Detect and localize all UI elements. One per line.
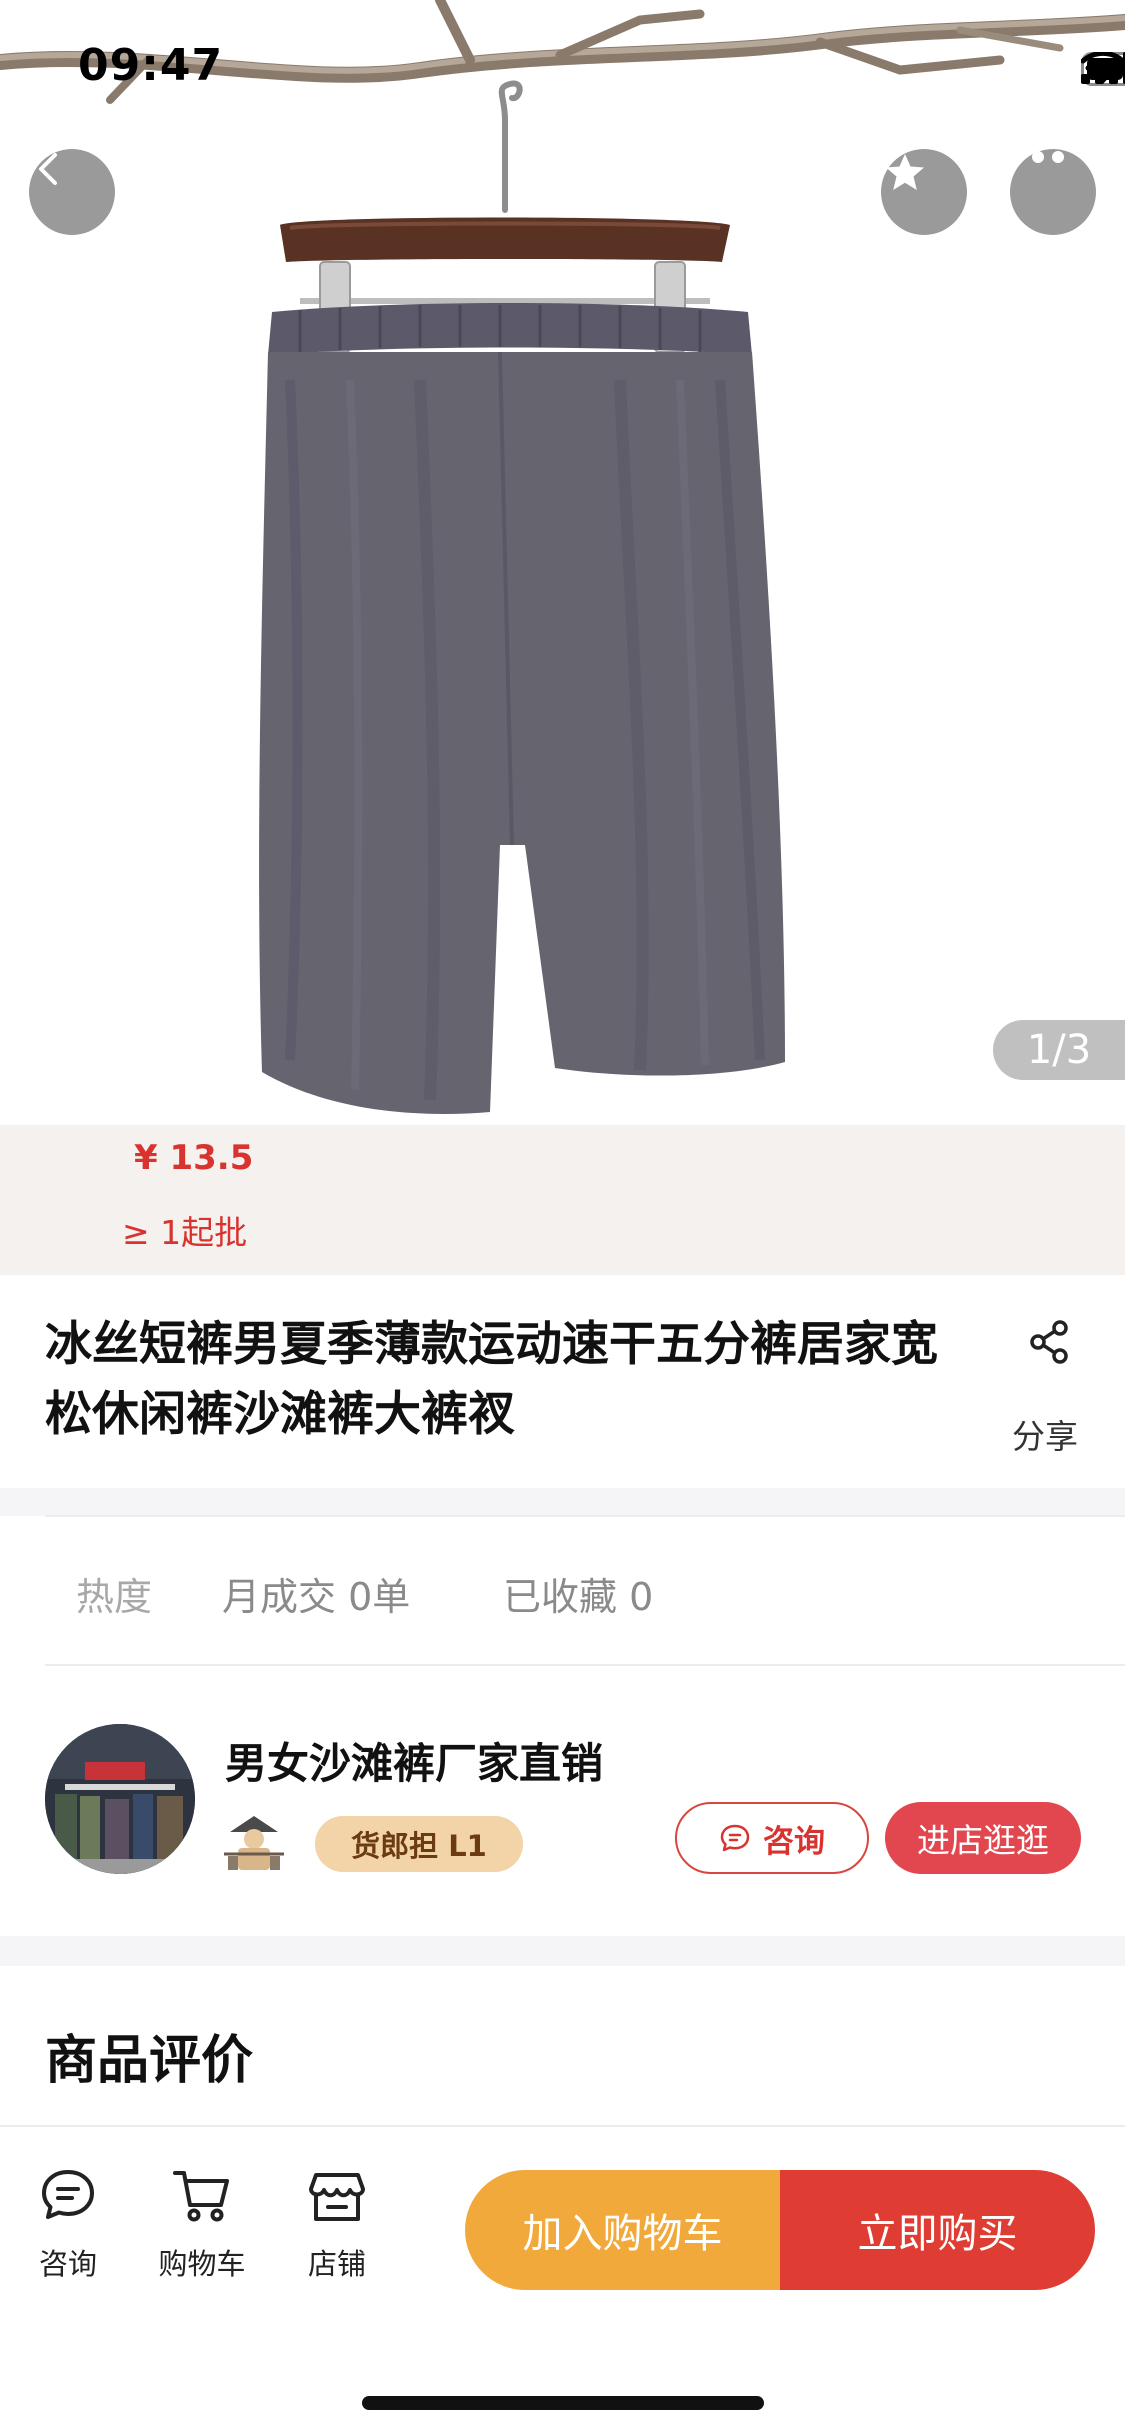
shop-level-badge: 货郎担 L1 — [315, 1816, 523, 1872]
home-indicator[interactable] — [362, 2396, 764, 2410]
share-label[interactable]: 分享 — [990, 1410, 1100, 1458]
monthly-deals-stat: 月成交 0单 — [222, 1575, 411, 1619]
add-to-cart-button[interactable]: 加入购物车 — [465, 2170, 780, 2290]
favorites-stat: 已收藏 0 — [503, 1575, 654, 1619]
favorite-button[interactable] — [881, 149, 967, 235]
status-bar: 09:47 — [0, 0, 1125, 132]
tab-cart-label: 购物车 — [158, 2247, 246, 2281]
shop-consult-label: 咨询 — [763, 1823, 825, 1860]
heat-stat: 热度 — [76, 1575, 153, 1619]
product-title: 冰丝短裤男夏季薄款运动速干五分裤居家宽松休闲裤沙滩裤大裤衩 — [45, 1317, 938, 1442]
min-order: ≥ 1起批 — [122, 1213, 248, 1252]
share-icon — [1030, 1320, 1068, 1364]
image-counter: 1/3 — [993, 1020, 1125, 1080]
back-arrow-icon — [39, 153, 57, 185]
more-button[interactable] — [1010, 149, 1096, 235]
reviews-title: 商品评价 — [45, 2031, 254, 2091]
back-button[interactable] — [29, 149, 115, 235]
store-icon — [309, 2173, 365, 2221]
cart-icon — [173, 2171, 229, 2222]
divider — [45, 1515, 1125, 1517]
star-favorite-icon — [886, 154, 924, 190]
shop-consult-button[interactable]: 咨询 — [675, 1802, 869, 1874]
chat-bubble-icon — [720, 1824, 750, 1852]
tab-shop[interactable]: 店铺 — [282, 2165, 392, 2283]
shop-avatar[interactable] — [45, 1724, 195, 1874]
divider — [45, 1664, 1125, 1666]
section-divider — [0, 1488, 1125, 1516]
price: ¥ 13.5 — [134, 1138, 254, 1178]
shop-avatar-image — [45, 1724, 195, 1874]
peddler-level-icon — [224, 1816, 284, 1870]
tab-consult[interactable]: 咨询 — [13, 2165, 123, 2283]
chat-bubble-icon — [42, 2170, 94, 2219]
status-time: 09:47 — [78, 40, 224, 91]
more-dots-icon — [1012, 151, 1064, 163]
buy-now-button[interactable]: 立即购买 — [780, 2170, 1095, 2290]
tab-consult-label: 咨询 — [38, 2247, 97, 2281]
tab-shop-label: 店铺 — [307, 2247, 366, 2281]
product-image-gallery[interactable]: 09:47 1/3 — [0, 0, 1125, 1125]
share-button[interactable] — [1000, 1318, 1100, 1370]
battery-icon — [1081, 52, 1125, 86]
visit-shop-button[interactable]: 进店逛逛 — [885, 1802, 1081, 1874]
section-divider — [0, 1936, 1125, 1966]
shop-name[interactable]: 男女沙滩裤厂家直销 — [225, 1730, 603, 1791]
tab-cart[interactable]: 购物车 — [147, 2165, 257, 2283]
